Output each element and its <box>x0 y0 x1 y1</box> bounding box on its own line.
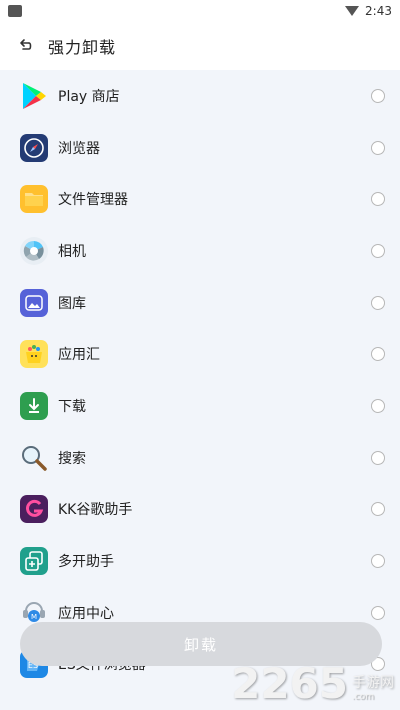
watermark: 2265 手游网 .com <box>231 659 394 708</box>
status-time: 2:43 <box>365 4 392 18</box>
status-right: 2:43 <box>345 4 392 18</box>
notification-icon <box>8 5 22 17</box>
app-bar: 强力卸载 <box>0 22 400 70</box>
app-row-appchina[interactable]: 应用汇 <box>0 328 400 380</box>
app-label: Play 商店 <box>58 88 120 105</box>
app-row-browser[interactable]: 浏览器 <box>0 122 400 174</box>
browser-icon <box>20 133 48 162</box>
watermark-chinese: 手游网 <box>352 675 394 691</box>
select-radio[interactable] <box>371 347 385 362</box>
play-store-icon <box>20 82 48 110</box>
app-list: Play 商店 浏览器 文件管理器 相机 图库 应用汇 下载 搜索 KK谷歌助手… <box>0 70 400 710</box>
select-radio[interactable] <box>371 192 385 207</box>
wifi-icon <box>345 6 360 16</box>
app-row-multi-open[interactable]: 多开助手 <box>0 535 400 587</box>
file-manager-icon <box>20 185 48 214</box>
screen: 2:43 强力卸载 Play 商店 浏览器 文件管理器 相机 图库 应用汇 下载… <box>0 0 400 710</box>
app-label: 图库 <box>58 295 86 312</box>
download-icon <box>20 391 48 420</box>
app-label: 文件管理器 <box>58 192 128 209</box>
app-label: KK谷歌助手 <box>58 502 133 519</box>
select-radio[interactable] <box>371 398 385 413</box>
app-label: 下载 <box>58 398 86 415</box>
app-label: 多开助手 <box>58 554 114 571</box>
select-radio[interactable] <box>371 554 385 569</box>
multi-open-icon <box>20 547 48 576</box>
select-radio[interactable] <box>371 295 385 310</box>
select-radio[interactable] <box>371 502 385 517</box>
app-row-kk-google[interactable]: KK谷歌助手 <box>0 484 400 536</box>
app-row-play-store[interactable]: Play 商店 <box>0 70 400 122</box>
search-icon <box>20 444 48 472</box>
select-radio[interactable] <box>371 140 385 155</box>
app-label: 应用中心 <box>58 605 114 622</box>
select-radio[interactable] <box>371 605 385 620</box>
app-row-search[interactable]: 搜索 <box>0 432 400 484</box>
page-title: 强力卸载 <box>48 38 117 57</box>
watermark-number: 2265 <box>231 659 348 708</box>
watermark-domain: .com <box>352 692 375 702</box>
app-label: 应用汇 <box>58 347 100 364</box>
svg-text:M: M <box>31 613 37 621</box>
app-row-download[interactable]: 下载 <box>0 380 400 432</box>
app-label: 搜索 <box>58 450 86 467</box>
select-radio[interactable] <box>371 88 385 103</box>
app-row-gallery[interactable]: 图库 <box>0 277 400 329</box>
app-row-camera[interactable]: 相机 <box>0 225 400 277</box>
select-radio[interactable] <box>371 450 385 465</box>
camera-icon <box>20 236 48 265</box>
gallery-icon <box>20 288 48 317</box>
select-radio[interactable] <box>371 243 385 258</box>
app-label: 浏览器 <box>58 140 100 157</box>
watermark-right: 手游网 .com <box>352 672 394 702</box>
back-icon[interactable] <box>14 35 36 57</box>
app-label: 相机 <box>58 243 86 260</box>
appchina-icon <box>20 340 48 369</box>
kk-google-icon <box>20 495 48 524</box>
status-bar: 2:43 <box>0 0 400 22</box>
app-row-file-manager[interactable]: 文件管理器 <box>0 173 400 225</box>
